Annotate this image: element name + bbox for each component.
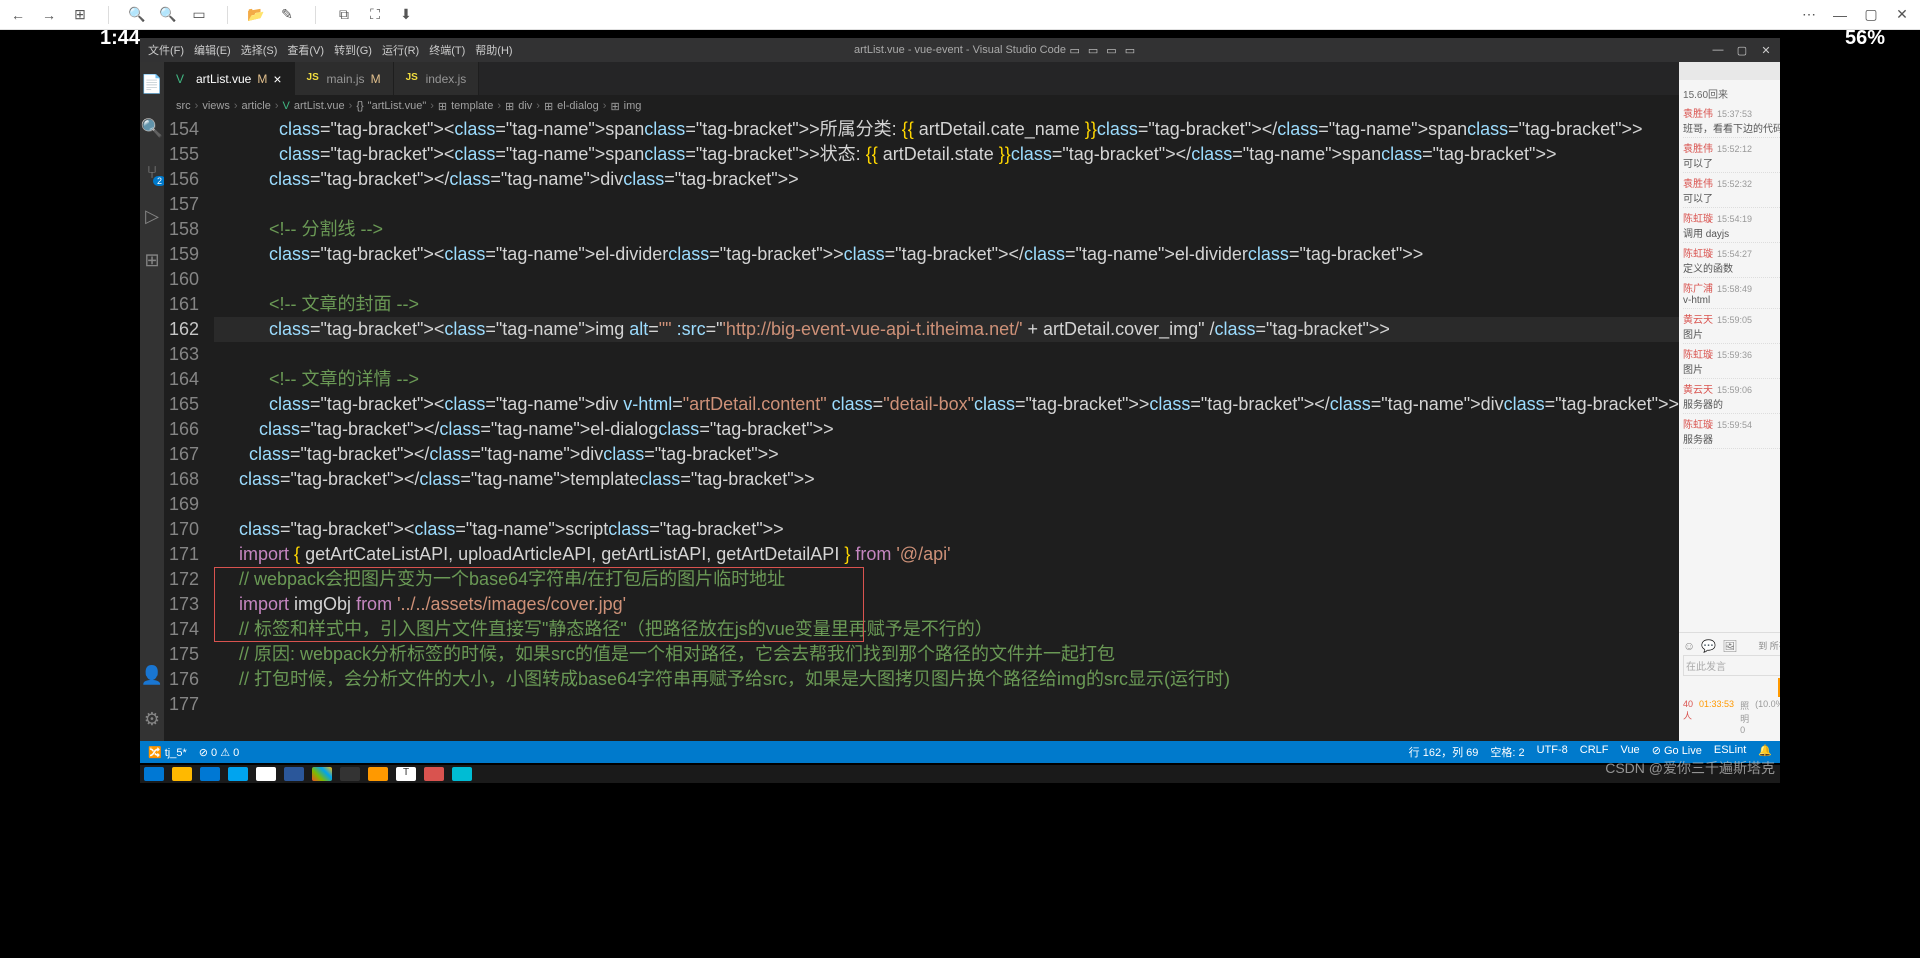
- branch-indicator[interactable]: 🔀 tj_5*: [148, 746, 187, 759]
- scm-icon[interactable]: ⑂2: [140, 160, 164, 184]
- indentation[interactable]: 空格: 2: [1490, 744, 1524, 760]
- chat-stats: 40人 01:33:53 照明0 (10.0%) 🔔: [1683, 697, 1780, 737]
- search-icon[interactable]: 🔍: [140, 116, 164, 140]
- chat-footer: ☺ 💬 🖼 到 所有人 ▾ 在此发言 发 40人 01:33:53 照明0 (1…: [1679, 632, 1780, 741]
- edge-icon[interactable]: [228, 767, 248, 781]
- close-window-icon[interactable]: ✕: [1894, 7, 1910, 23]
- more-icon[interactable]: ⋯: [1801, 7, 1817, 23]
- code-editor[interactable]: 1541551561571581591601611621631641651661…: [164, 117, 1679, 741]
- vue-icon: V: [176, 72, 190, 86]
- extensions-icon[interactable]: ⊞: [140, 248, 164, 272]
- phone-battery: 56%: [1845, 27, 1885, 50]
- apps-button[interactable]: ⊞: [72, 7, 88, 23]
- fullscreen-icon[interactable]: ⛶: [367, 7, 383, 23]
- tab-indexjs[interactable]: JS index.js: [394, 62, 480, 95]
- cursor-position[interactable]: 行 162，列 69: [1409, 744, 1479, 760]
- phone-time: 1:44: [100, 27, 140, 50]
- minimize-icon[interactable]: —: [1832, 7, 1848, 23]
- tab-mainjs[interactable]: JS main.js M: [295, 62, 394, 95]
- gear-icon[interactable]: ⚙: [140, 707, 164, 731]
- code-content[interactable]: class="tag-bracket"><class="tag-name">sp…: [214, 117, 1679, 741]
- terminal-icon[interactable]: [340, 767, 360, 781]
- eol[interactable]: CRLF: [1580, 744, 1609, 760]
- folder-icon[interactable]: 📂: [248, 7, 264, 23]
- editor-tabs: V artList.vue M × JS main.js M JS index.…: [164, 62, 1679, 95]
- chrome-icon[interactable]: [256, 767, 276, 781]
- app-icon[interactable]: T: [396, 767, 416, 781]
- app-icon[interactable]: [368, 767, 388, 781]
- vscode-icon[interactable]: [200, 767, 220, 781]
- phone-statusbar: 1:44 56%: [0, 30, 1920, 48]
- emoji-icon[interactable]: ☺: [1683, 639, 1695, 653]
- zoom-in-icon[interactable]: 🔍: [129, 7, 145, 23]
- explorer-icon[interactable]: [172, 767, 192, 781]
- back-button[interactable]: ←: [10, 7, 26, 23]
- image-icon[interactable]: 🖼: [1722, 639, 1737, 653]
- zoom-out-icon[interactable]: 🔍: [160, 7, 176, 23]
- windows-taskbar[interactable]: T: [140, 765, 1780, 783]
- comment-icon[interactable]: 💬: [1701, 639, 1716, 653]
- send-button[interactable]: 发: [1778, 678, 1780, 697]
- filter-dropdown[interactable]: 到 所有人 ▾: [1758, 639, 1780, 653]
- debug-icon[interactable]: ▷: [140, 204, 164, 228]
- close-icon[interactable]: ×: [273, 71, 281, 87]
- explorer-icon[interactable]: 📄: [140, 72, 164, 96]
- vscode-window: 文件(F) 编辑(E) 选择(S) 查看(V) 转到(G) 运行(R) 终端(T…: [140, 38, 1780, 763]
- chat-input[interactable]: 在此发言: [1683, 655, 1780, 676]
- statusbar: 🔀 tj_5* ⊘ 0 ⚠ 0 行 162，列 69 空格: 2 UTF-8 C…: [140, 741, 1780, 763]
- app-icon[interactable]: [424, 767, 444, 781]
- js-icon: JS: [406, 72, 420, 86]
- problems-indicator[interactable]: ⊘ 0 ⚠ 0: [199, 746, 239, 759]
- app-icon[interactable]: [312, 767, 332, 781]
- browser-toolbar: ← → ⊞ 🔍 🔍 ▭ 📂 ✎ ⧉ ⛶ ⬇ ⋯ — ▢ ✕: [0, 0, 1920, 30]
- forward-button[interactable]: →: [41, 7, 57, 23]
- editor-area: V artList.vue M × JS main.js M JS index.…: [164, 62, 1679, 741]
- tab-artlist[interactable]: V artList.vue M ×: [164, 62, 295, 95]
- chat-panel: ≡ ▢ 15.60回来 袁胜伟15:37:53班哥，看看下边的代码袁胜伟15:5…: [1679, 62, 1780, 741]
- reader-icon[interactable]: ▭: [191, 7, 207, 23]
- js-icon: JS: [307, 72, 321, 86]
- line-gutter: 1541551561571581591601611621631641651661…: [164, 117, 214, 741]
- edit-icon[interactable]: ✎: [279, 7, 295, 23]
- start-icon[interactable]: [144, 767, 164, 781]
- account-icon[interactable]: 👤: [140, 663, 164, 687]
- breadcrumbs[interactable]: src› views› article› V artList.vue› {} "…: [164, 95, 1679, 117]
- copy-icon[interactable]: ⧉: [336, 7, 352, 23]
- app-icon[interactable]: [284, 767, 304, 781]
- download-icon[interactable]: ⬇: [398, 7, 414, 23]
- maximize-icon[interactable]: ▢: [1863, 7, 1879, 23]
- encoding[interactable]: UTF-8: [1537, 744, 1568, 760]
- app-icon[interactable]: [452, 767, 472, 781]
- chat-header: ≡ ▢: [1679, 62, 1780, 80]
- chat-messages[interactable]: 15.60回来 袁胜伟15:37:53班哥，看看下边的代码袁胜伟15:52:12…: [1679, 80, 1780, 632]
- watermark: CSDN @爱你三千遍斯塔克: [1605, 758, 1775, 778]
- activity-bar: 📄 🔍 ⑂2 ▷ ⊞ 👤 ⚙: [140, 62, 164, 741]
